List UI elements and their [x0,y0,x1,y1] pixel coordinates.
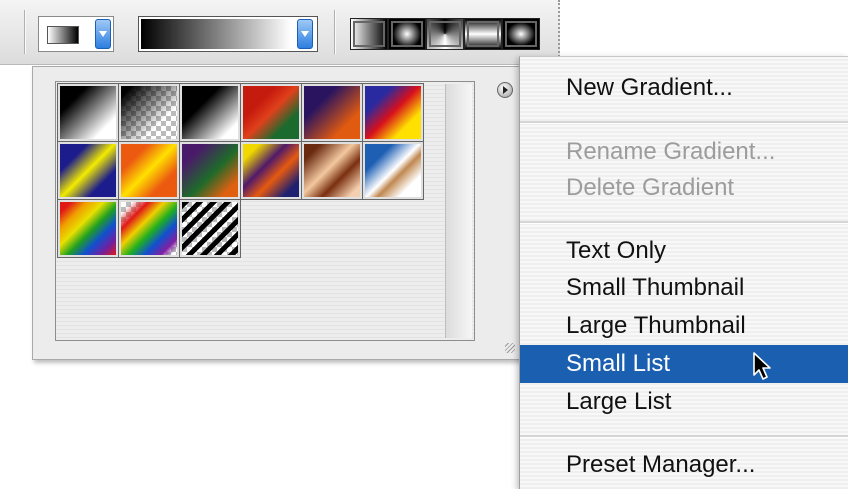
preset-swatch-yellow-violet-orange-blue[interactable] [240,141,302,200]
menu-item-small-thumbnail[interactable]: Small Thumbnail [520,269,848,307]
chevron-down-icon[interactable] [95,19,111,49]
preset-swatch-black-white-2[interactable] [179,83,241,142]
preset-scrollbar[interactable] [445,84,472,338]
reflected-gradient-icon[interactable] [464,18,502,50]
panel-menu-arrow-icon[interactable] [497,82,513,98]
resize-grip-icon[interactable] [505,343,515,353]
menu-item-large-thumbnail[interactable]: Large Thumbnail [520,307,848,345]
gradient-swatch-icon [47,26,79,44]
preset-swatch-black-white[interactable] [57,83,119,142]
preset-swatch-orange-yellow-orange[interactable] [118,141,180,200]
menu-item-label: Small List [566,350,671,377]
preset-swatch-transparent-rainbow[interactable] [118,199,180,258]
panel-flyout-menu: New Gradient... Rename Gradient... Delet… [519,56,848,489]
gradient-editor-picker[interactable] [138,16,318,52]
linear-gradient-icon[interactable] [350,18,388,50]
diamond-gradient-icon[interactable] [502,18,540,50]
preset-swatch-chrome[interactable] [362,141,424,200]
chevron-down-icon[interactable] [297,19,313,49]
preset-swatch-violet-green-orange[interactable] [179,141,241,200]
preset-grid [57,83,438,258]
gradient-preset-panel [32,66,522,360]
preset-swatch-spectrum[interactable] [57,199,119,258]
gradient-preview[interactable] [141,19,291,49]
radial-gradient-icon[interactable] [388,18,426,50]
menu-item-small-list[interactable]: Small List [520,345,848,383]
menu-item-large-list[interactable]: Large List [520,383,848,421]
menu-separator [520,221,848,224]
preset-swatch-black-transparent[interactable] [118,83,180,142]
menu-separator [520,121,848,124]
mouse-pointer-icon [753,352,771,380]
preset-swatch-copper[interactable] [301,141,363,200]
menu-item-text-only[interactable]: Text Only [520,232,848,270]
options-divider [24,10,25,54]
preset-swatch-blue-red-yellow[interactable] [362,83,424,142]
gradient-swatch-picker[interactable] [38,16,114,52]
options-divider [334,10,335,54]
menu-separator [520,435,848,438]
menu-item-rename-gradient: Rename Gradient... [566,138,776,165]
preset-swatch-red-green[interactable] [240,83,302,142]
preset-swatch-blue-yellow-blue[interactable] [57,141,119,200]
preset-swatch-violet-orange[interactable] [301,83,363,142]
preset-grid-well [55,81,475,341]
gradient-type-buttons [350,18,540,50]
menu-item-delete-gradient: Delete Gradient [566,174,735,201]
menu-item-new-gradient[interactable]: New Gradient... [520,69,848,107]
angle-gradient-icon[interactable] [426,18,464,50]
menu-item-preset-manager[interactable]: Preset Manager... [520,446,848,484]
preset-swatch-transparent-stripes[interactable] [179,199,241,258]
options-bar [0,0,560,65]
